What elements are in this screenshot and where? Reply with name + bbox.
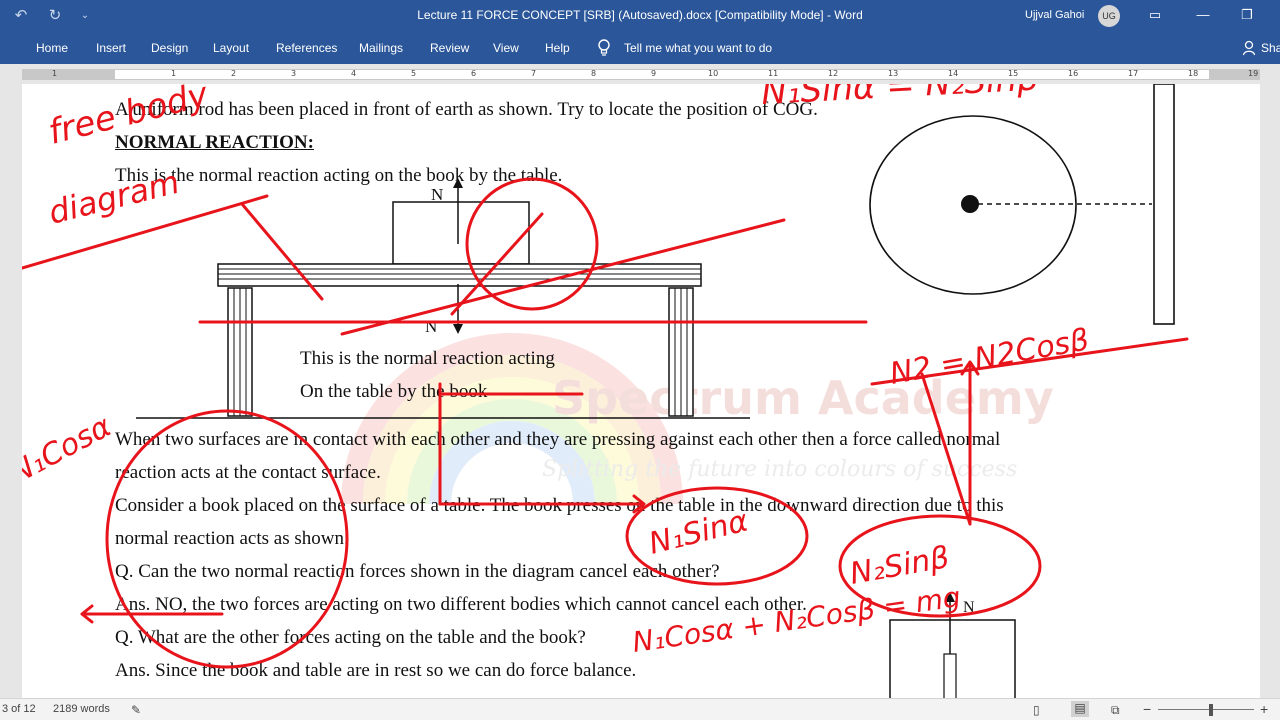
ink-incline-line	[340, 218, 786, 336]
web-layout-icon[interactable]: ⧉	[1111, 703, 1120, 718]
ink-right-equation: N2 = N2Cosβ	[887, 322, 1091, 391]
title-bar: ↶ ↻ ⌄ Lecture 11 FORCE CONCEPT [SRB] (Au…	[0, 0, 1280, 32]
ribbon-display-icon[interactable]: ▭	[1140, 4, 1170, 26]
status-bar: 3 of 12 2189 words ✎ ▯ ▤ ⧉ − +	[0, 698, 1280, 720]
word-window: ↶ ↻ ⌄ Lecture 11 FORCE CONCEPT [SRB] (Au…	[0, 0, 1280, 720]
tell-me-box[interactable]: Tell me what you want to do	[624, 41, 772, 55]
tab-layout[interactable]: Layout	[213, 41, 249, 55]
zoom-out-icon[interactable]: −	[1143, 701, 1151, 717]
zoom-slider-thumb[interactable]	[1209, 704, 1213, 716]
ruler-number: 15	[1008, 69, 1019, 78]
ruler-number: 6	[471, 69, 477, 78]
horizontal-ruler[interactable]: 1 1 2 3 4 5 6 7 8 9 10 11 12 13 14 15 16…	[0, 64, 1280, 84]
document-title: Lecture 11 FORCE CONCEPT [SRB] (Autosave…	[417, 8, 863, 22]
ruler-number: 18	[1188, 69, 1199, 78]
tab-references[interactable]: References	[276, 41, 337, 55]
ruler-number: 19	[1248, 69, 1259, 78]
ruler-number: 5	[411, 69, 417, 78]
ink-n1cosa: N₁Cosα	[22, 409, 117, 491]
ruler-strip: 1 1 2 3 4 5 6 7 8 9 10 11 12 13 14 15 16…	[22, 69, 1260, 80]
user-name[interactable]: Ujjval Gahoi	[1025, 9, 1084, 21]
ruler-number: 7	[531, 69, 537, 78]
ink-annotations: free body diagram N₁Sinα = N₂Sinβ N2 = N…	[22, 84, 1189, 669]
ruler-number: 2	[231, 69, 237, 78]
proofing-icon[interactable]: ✎	[131, 703, 141, 717]
minimize-icon[interactable]: —	[1188, 4, 1218, 26]
ink-n1sina: N₁Sinα	[645, 503, 751, 561]
print-layout-icon[interactable]: ▤	[1071, 701, 1089, 717]
tab-view[interactable]: View	[493, 41, 519, 55]
zoom-in-icon[interactable]: +	[1260, 701, 1268, 717]
ruler-number: 10	[708, 69, 719, 78]
share-button[interactable]: Sha	[1261, 41, 1280, 55]
ruler-number: 4	[351, 69, 357, 78]
ruler-number: 1	[52, 69, 58, 78]
ruler-left-margin	[22, 70, 115, 79]
ruler-number: 17	[1128, 69, 1139, 78]
tab-design[interactable]: Design	[151, 41, 188, 55]
document-page[interactable]: Spectrum Academy Splitting the future in…	[22, 84, 1260, 698]
ruler-number: 13	[888, 69, 899, 78]
ruler-number: 14	[948, 69, 959, 78]
ink-top-equation: N₁Sinα = N₂Sinβ	[760, 84, 1039, 113]
tab-home[interactable]: Home	[36, 41, 68, 55]
tab-review[interactable]: Review	[430, 41, 469, 55]
lightbulb-icon	[598, 39, 610, 56]
page-count[interactable]: 3 of 12	[2, 703, 36, 715]
ink-diagram: diagram	[45, 163, 183, 232]
ink-bottom-equation: N₁Cosα + N₂Cosβ = mg	[630, 580, 962, 659]
avatar[interactable]: UG	[1098, 5, 1120, 27]
ruler-number: 12	[828, 69, 839, 78]
ruler-number: 11	[768, 69, 779, 78]
zoom-slider[interactable]	[1158, 709, 1254, 710]
tab-insert[interactable]: Insert	[96, 41, 126, 55]
ink-circle-book	[465, 177, 599, 311]
read-mode-icon[interactable]: ▯	[1033, 703, 1040, 717]
word-count[interactable]: 2189 words	[53, 703, 110, 715]
restore-icon[interactable]: ❐	[1232, 4, 1262, 26]
ink-free-body: free body	[45, 84, 213, 153]
ruler-number: 8	[591, 69, 597, 78]
ruler-number: 1	[171, 69, 177, 78]
ruler-number: 16	[1068, 69, 1079, 78]
tab-mailings[interactable]: Mailings	[359, 41, 403, 55]
ink-circle-left	[105, 409, 349, 669]
ruler-number: 9	[651, 69, 657, 78]
share-person-icon	[1243, 40, 1256, 56]
ribbon-tabs: Home Insert Design Layout References Mai…	[0, 32, 1280, 64]
ruler-number: 3	[291, 69, 297, 78]
tab-help[interactable]: Help	[545, 41, 570, 55]
